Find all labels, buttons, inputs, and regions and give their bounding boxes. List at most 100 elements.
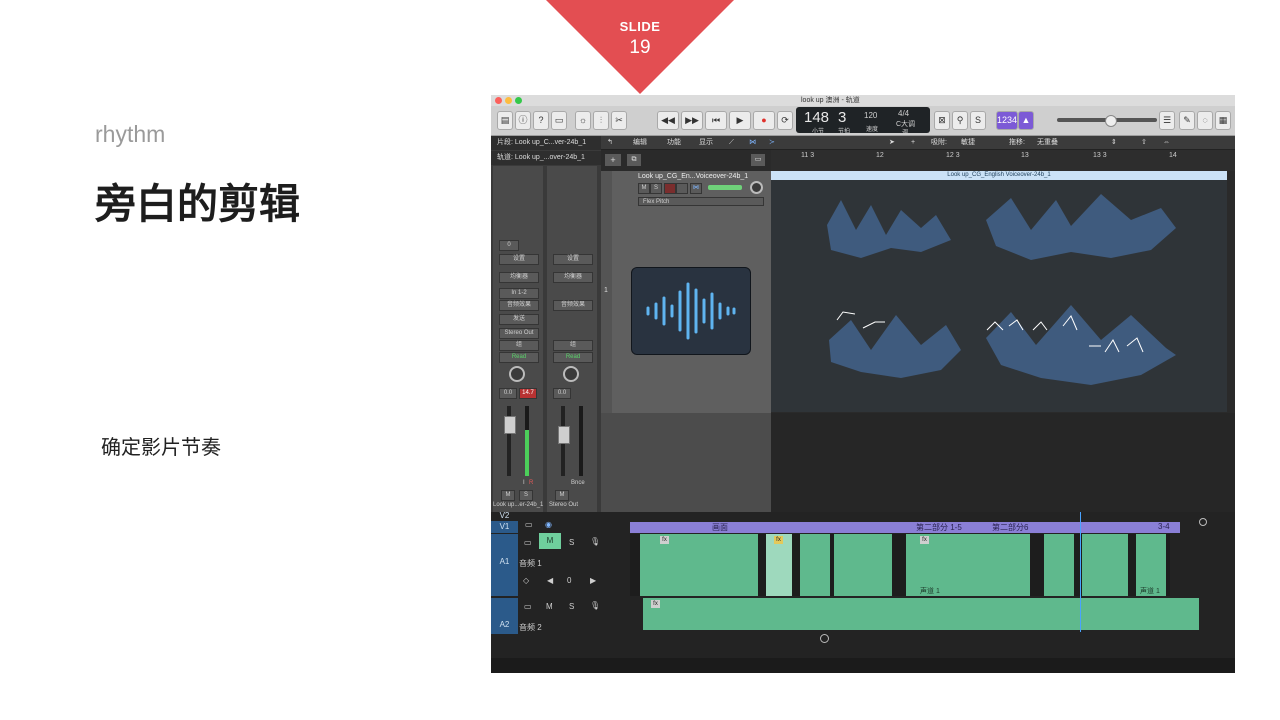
solo-mode-button[interactable]: S (970, 111, 986, 130)
view-menu[interactable]: 显示 (699, 136, 713, 149)
input-monitor-button[interactable] (676, 183, 688, 194)
audio-clip[interactable] (1082, 534, 1128, 596)
record-arm-button[interactable] (664, 183, 676, 194)
bounce-button[interactable]: Bnce (571, 480, 585, 486)
track-v1-label[interactable]: V1 (491, 521, 518, 533)
master-volume-knob[interactable] (1105, 115, 1117, 127)
minimize-window-button[interactable] (505, 97, 512, 104)
a1-lane[interactable]: fx fx fx 声道 1 声道 1 (630, 534, 1170, 596)
notepad-icon[interactable]: ✎ (1179, 111, 1195, 130)
pan-knob[interactable] (509, 366, 525, 382)
a2-mic-icon[interactable]: 🎙 (590, 601, 600, 610)
duplicate-track-icon[interactable]: ⧉ (627, 154, 641, 166)
loop-browser-icon[interactable]: ◌ (1197, 111, 1213, 130)
inspector-region-row[interactable]: 片段: Look up_C...ver-24b_1 (491, 136, 601, 150)
a1-solo-button[interactable]: S (569, 538, 574, 547)
play-button[interactable]: ▶ (729, 111, 751, 130)
record-button[interactable]: ● (753, 111, 775, 130)
strip-solo-button[interactable]: S (519, 490, 533, 501)
output-eq-button[interactable]: 均衡器 (553, 272, 593, 283)
automation-icon[interactable]: ⟋ (729, 136, 734, 149)
track-flex-icon[interactable]: ⋈ (690, 183, 702, 194)
edit-menu[interactable]: 编辑 (633, 136, 647, 149)
a1-next-keyframe-icon[interactable]: ▶ (590, 576, 596, 585)
track-v2-label[interactable]: V2 (491, 512, 518, 520)
drag-select[interactable]: 无重叠 (1037, 136, 1058, 149)
zoom-window-button[interactable] (515, 97, 522, 104)
cycle-button[interactable]: ⟳ (777, 111, 793, 130)
v1-film-icon[interactable]: ▭ (525, 520, 533, 529)
fx-badge[interactable]: fx (651, 600, 660, 608)
setting-button[interactable]: 设置 (499, 254, 539, 265)
track-mute-button[interactable]: M (638, 183, 650, 194)
go-to-start-button[interactable]: ⏮ (705, 111, 727, 130)
audio-region-header[interactable]: Look up_CG_English Voiceover-24b_1 (771, 171, 1227, 180)
list-editors-icon[interactable]: ☰ (1159, 111, 1175, 130)
tuner-icon[interactable]: ⚲ (952, 111, 968, 130)
audio-clip[interactable] (1044, 534, 1074, 596)
scroll-handle-top[interactable] (1199, 518, 1207, 526)
a2-solo-button[interactable]: S (569, 602, 574, 611)
catch-icon[interactable]: ≻ (769, 136, 775, 149)
global-tracks-icon[interactable]: ▭ (751, 154, 765, 166)
fx-badge[interactable]: fx (774, 536, 783, 544)
a1-keyframe-icon[interactable]: ◇ (523, 576, 529, 585)
a1-mute-button[interactable]: M (539, 533, 561, 549)
fx-badge[interactable]: fx (660, 536, 669, 544)
smart-controls-icon[interactable]: ☼ (575, 111, 591, 130)
functions-menu[interactable]: 功能 (667, 136, 681, 149)
output-mute-button[interactable]: M (555, 490, 569, 501)
bar-ruler[interactable]: 11 3 12 12 3 13 13 3 14 (771, 150, 1235, 171)
input-slot[interactable]: In 1-2 (499, 288, 539, 299)
a1-prev-keyframe-icon[interactable]: ◀ (547, 576, 553, 585)
back-arrow-icon[interactable]: ↰ (607, 136, 613, 149)
volume-fader-cap[interactable] (504, 416, 516, 434)
fast-forward-button[interactable]: ▶▶ (681, 111, 703, 130)
count-in-button[interactable]: 1234 (996, 111, 1018, 130)
flex-icon[interactable]: ⋈ (749, 136, 756, 149)
editors-icon[interactable]: ✂ (611, 111, 627, 130)
audio-clip[interactable] (640, 534, 758, 596)
track-a2-label[interactable]: A2 (491, 598, 518, 634)
browser-icon[interactable]: ▦ (1215, 111, 1231, 130)
zoom-horizontal-icon[interactable]: ⇔ (1163, 136, 1170, 149)
a1-sync-icon[interactable]: ▭ (524, 538, 532, 547)
track-pan-knob[interactable] (750, 181, 763, 194)
audio-clip[interactable] (834, 534, 892, 596)
output-group-slot[interactable]: 组 (553, 340, 593, 351)
mixer-icon[interactable]: ⫶ (593, 111, 609, 130)
lcd-display[interactable]: 148 3 小节 节拍 120 速度 4/4 C大调 调 (796, 107, 930, 136)
add-track-button[interactable]: + (605, 154, 621, 166)
replace-mode-button[interactable]: ⊠ (934, 111, 950, 130)
output-pan-knob[interactable] (563, 366, 579, 382)
library-button[interactable]: ▤ (497, 111, 513, 130)
waveform-zoom-icon[interactable]: ⇕ (1111, 136, 1117, 149)
track-name[interactable]: Look up_CG_En...Voiceover-24b_1 (638, 173, 748, 180)
master-volume-slider[interactable] (1057, 115, 1157, 127)
record-enable-indicator[interactable]: R (529, 480, 533, 486)
rewind-button[interactable]: ◀◀ (657, 111, 679, 130)
inspector-button[interactable]: ⓘ (515, 111, 531, 130)
help-button[interactable]: ? (533, 111, 549, 130)
send-slot[interactable]: 发送 (499, 314, 539, 325)
a2-sync-icon[interactable]: ▭ (524, 602, 532, 611)
pencil-tool-icon[interactable]: + (911, 136, 915, 149)
output-automation-mode[interactable]: Read (553, 352, 593, 363)
a2-music-clip[interactable]: fx (643, 598, 1199, 630)
input-monitor-indicator[interactable]: I (523, 480, 525, 486)
pointer-tool-icon[interactable]: ➤ (889, 136, 895, 149)
audio-fx-slot[interactable]: 音频效果 (499, 300, 539, 311)
inspector-track-row[interactable]: 轨道: Look up_...over-24b_1 (491, 151, 601, 165)
output-fader-cap[interactable] (558, 426, 570, 444)
fx-badge[interactable]: fx (920, 536, 929, 544)
a2-mute-button[interactable]: M (546, 602, 553, 611)
strip-mute-button[interactable]: M (501, 490, 515, 501)
gain-value[interactable]: 0 (499, 240, 519, 251)
flex-pitch-waveform[interactable] (771, 180, 1227, 435)
output-slot[interactable]: Stereo Out (499, 328, 539, 339)
eq-button[interactable]: 均衡器 (499, 272, 539, 283)
snap-select[interactable]: 敏捷 (961, 136, 975, 149)
playhead[interactable] (1080, 512, 1081, 632)
audio-clip[interactable] (800, 534, 830, 596)
zoom-scroll-handle[interactable] (820, 634, 829, 643)
